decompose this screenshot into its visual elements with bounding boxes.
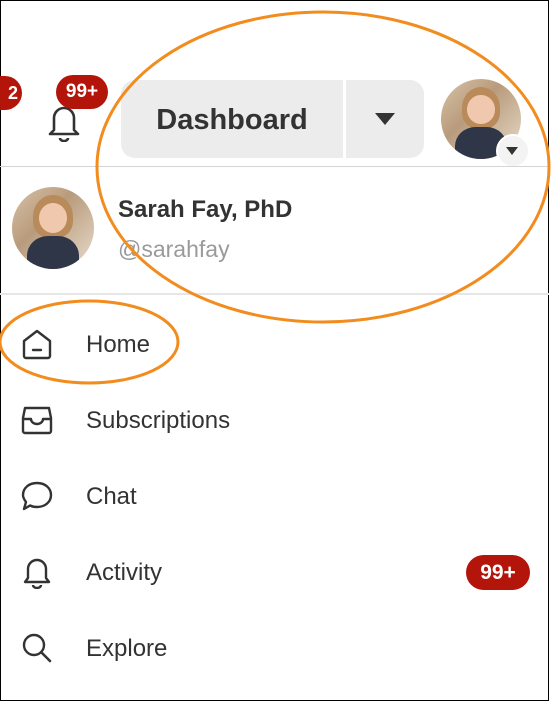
menu-label-chat: Chat: [86, 483, 137, 510]
activity-badge: 99+: [466, 555, 530, 590]
menu-label-activity: Activity: [86, 559, 163, 586]
menu-item-home[interactable]: Home: [0, 314, 549, 374]
inbox-icon: [21, 406, 53, 435]
profile-avatar[interactable]: [12, 187, 94, 269]
caret-down-icon: [375, 113, 395, 125]
menu-label-subscriptions: Subscriptions: [86, 407, 231, 434]
caret-down-icon: [506, 147, 518, 155]
dashboard-dropdown-button[interactable]: [346, 80, 424, 158]
menu-item-chat[interactable]: Chat: [0, 466, 549, 526]
avatar-menu-caret[interactable]: [496, 134, 530, 168]
bell-icon: [23, 558, 51, 589]
search-icon: [22, 633, 52, 663]
home-icon: [22, 329, 52, 360]
chat-icon: [21, 481, 53, 511]
dropdown-border: [0, 166, 549, 167]
menu-item-subscriptions[interactable]: Subscriptions: [0, 390, 549, 450]
dashboard-button[interactable]: Dashboard: [121, 80, 343, 158]
user-name[interactable]: Sarah Fay, PhD: [118, 196, 292, 224]
menu-divider: [0, 293, 549, 295]
user-handle: @sarahfay: [118, 236, 230, 262]
menu-label-explore: Explore: [86, 635, 168, 662]
menu-label-home: Home: [86, 331, 151, 358]
menu-item-explore[interactable]: Explore: [0, 618, 549, 678]
notifications-badge[interactable]: 99+: [56, 75, 108, 109]
